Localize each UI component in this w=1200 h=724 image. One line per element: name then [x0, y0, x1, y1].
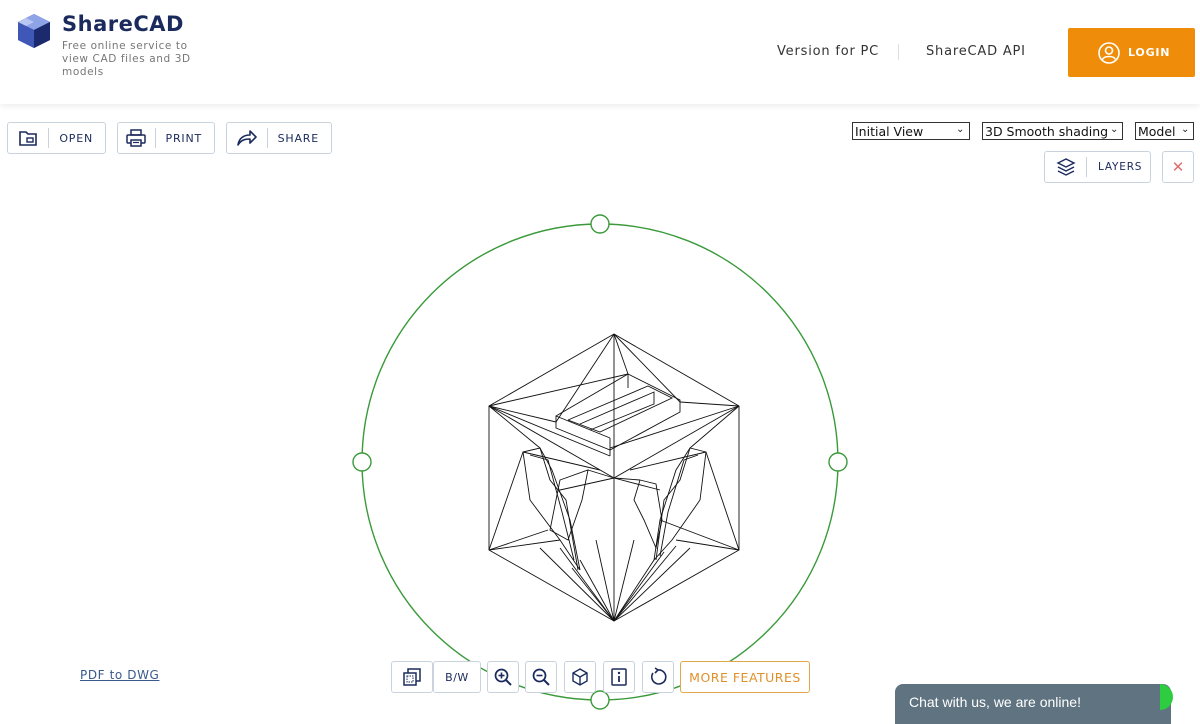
zoom-out-button[interactable] — [525, 661, 557, 693]
layers-icon — [1045, 157, 1087, 177]
orbit-handle-left[interactable] — [352, 452, 372, 472]
view-select[interactable]: Initial View — [852, 122, 970, 140]
brand-tagline: Free online service to view CAD files an… — [62, 40, 191, 78]
pdf-to-dwg-link[interactable]: PDF to DWG — [80, 668, 159, 682]
close-icon[interactable]: ✕ — [1162, 151, 1194, 183]
space-select[interactable]: Model — [1135, 122, 1194, 140]
folder-icon — [8, 128, 50, 148]
brand-name[interactable]: ShareCAD — [62, 12, 184, 36]
login-button[interactable]: LOGIN — [1068, 28, 1195, 77]
logo-cube-icon[interactable] — [16, 12, 52, 50]
nav-version-for-pc[interactable]: Version for PC — [777, 44, 879, 59]
rotate-icon — [650, 667, 667, 685]
bw-label: B/W — [445, 670, 469, 684]
open-label: OPEN — [59, 131, 93, 145]
print-label: PRINT — [165, 131, 202, 145]
share-label: SHARE — [277, 131, 319, 145]
3d-cube-icon — [572, 668, 588, 686]
share-arrow-icon — [227, 128, 268, 148]
site-header: ShareCAD Free online service to view CAD… — [0, 0, 1200, 104]
layers-button[interactable]: LAYERS — [1044, 151, 1151, 183]
info-icon — [611, 668, 627, 686]
orbit-ring[interactable] — [361, 223, 839, 701]
more-features-button[interactable]: MORE FEATURES — [680, 661, 810, 693]
fit-extents-button[interactable] — [391, 661, 433, 693]
zoom-in-button[interactable] — [487, 661, 519, 693]
open-button[interactable]: OPEN — [7, 122, 106, 154]
share-button[interactable]: SHARE — [226, 122, 332, 154]
orbit-handle-top[interactable] — [590, 214, 610, 234]
orbit-handle-bottom[interactable] — [590, 690, 610, 710]
zoom-in-icon — [494, 668, 512, 686]
info-button[interactable] — [603, 661, 635, 693]
zoom-out-icon — [532, 668, 550, 686]
bw-toggle-button[interactable]: B/W — [433, 661, 481, 693]
nav-divider — [898, 44, 899, 60]
printer-icon — [118, 128, 156, 148]
fit-extents-icon — [403, 668, 421, 686]
live-chat-widget[interactable]: Chat with us, we are online! — [895, 684, 1171, 724]
nav-sharecad-api[interactable]: ShareCAD API — [926, 44, 1026, 59]
print-button[interactable]: PRINT — [117, 122, 215, 154]
shading-select[interactable]: 3D Smooth shading — [982, 122, 1123, 140]
layers-label: LAYERS — [1098, 161, 1143, 173]
wireframe-model — [488, 333, 740, 622]
orbit-handle-right[interactable] — [828, 452, 848, 472]
rotate-button[interactable] — [642, 661, 674, 693]
login-label: LOGIN — [1128, 46, 1171, 59]
3d-view-button[interactable] — [564, 661, 596, 693]
cad-viewport[interactable] — [0, 190, 1200, 718]
user-circle-icon — [1098, 41, 1120, 64]
